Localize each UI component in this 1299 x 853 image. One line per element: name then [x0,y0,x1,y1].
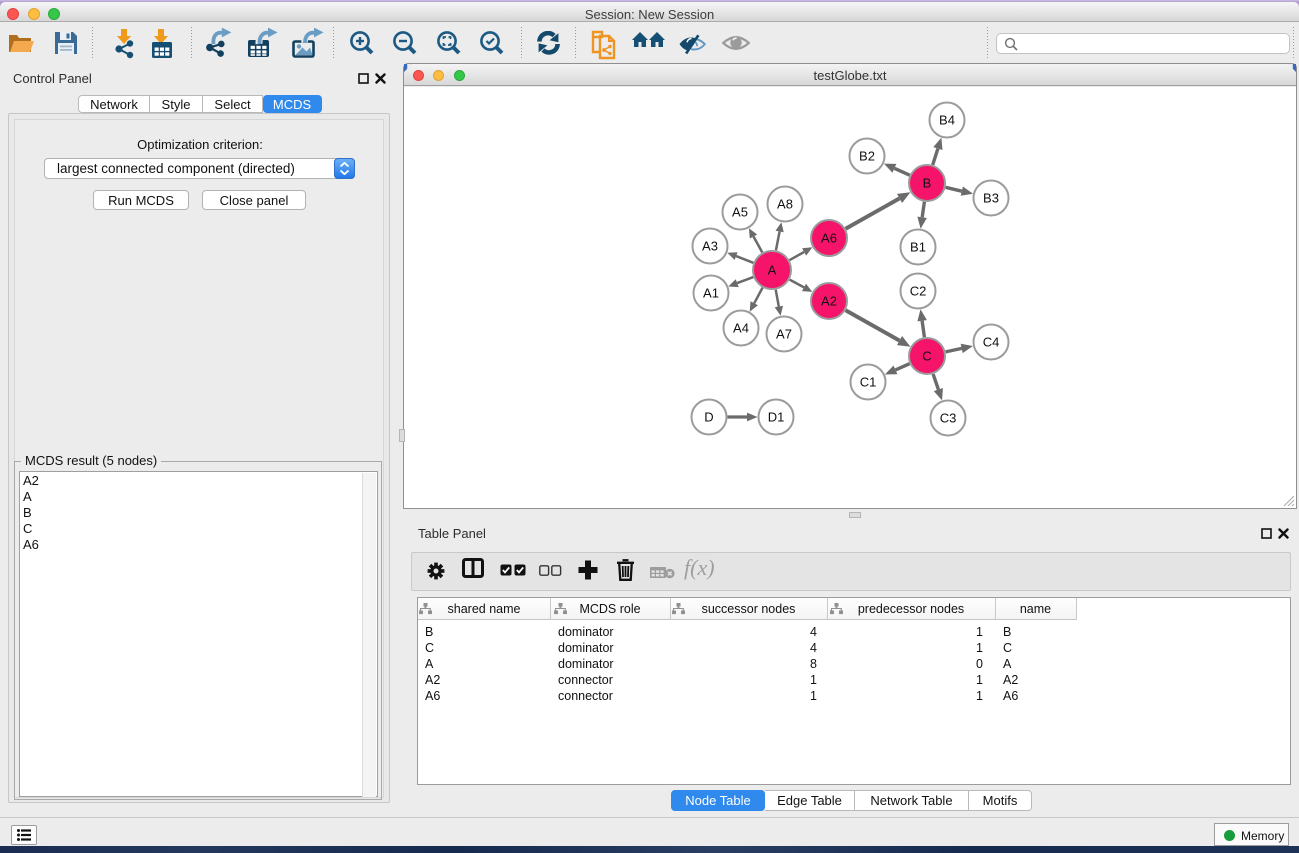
svg-text:A4: A4 [733,321,749,336]
svg-text:A: A [768,263,777,278]
svg-text:B1: B1 [910,240,926,255]
svg-text:D: D [704,410,713,425]
svg-text:B4: B4 [939,113,955,128]
svg-text:C2: C2 [910,284,927,299]
svg-text:A6: A6 [821,231,837,246]
svg-text:A7: A7 [776,327,792,342]
svg-text:C: C [922,349,931,364]
svg-text:A1: A1 [703,286,719,301]
svg-text:A8: A8 [777,197,793,212]
svg-text:D1: D1 [768,410,785,425]
svg-text:C1: C1 [860,375,877,390]
svg-text:B3: B3 [983,191,999,206]
svg-text:A3: A3 [702,239,718,254]
svg-text:C3: C3 [940,411,957,426]
svg-text:A2: A2 [821,294,837,309]
svg-text:A5: A5 [732,205,748,220]
svg-text:C4: C4 [983,335,1000,350]
svg-text:B: B [923,176,932,191]
svg-text:B2: B2 [859,149,875,164]
